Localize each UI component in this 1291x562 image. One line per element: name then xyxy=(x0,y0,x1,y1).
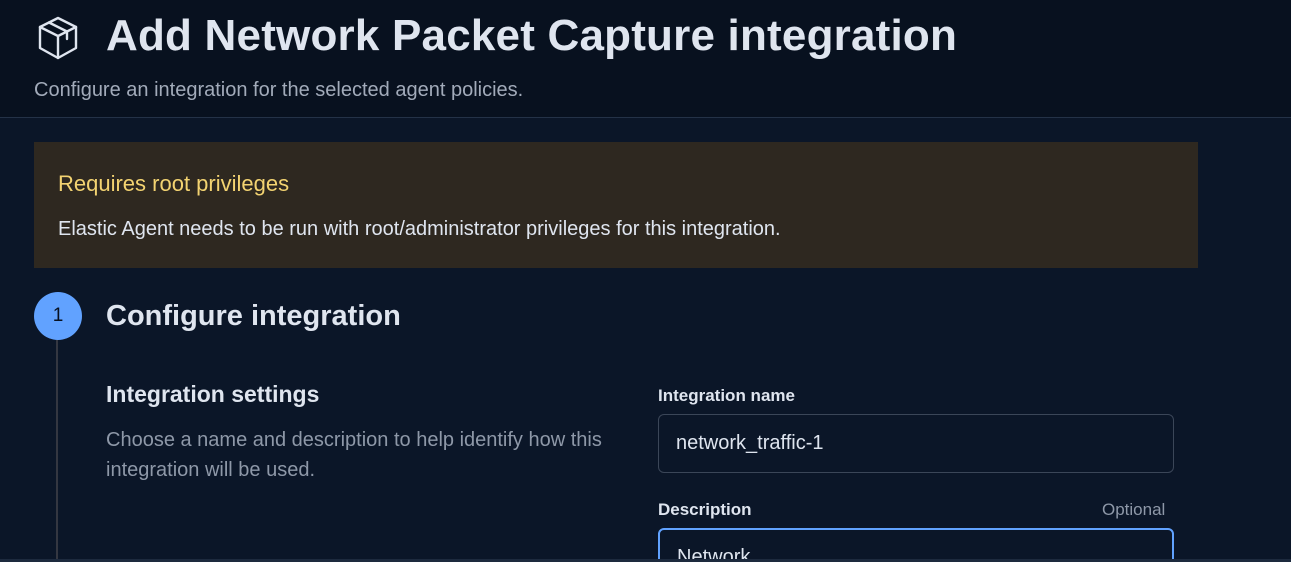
description-input[interactable] xyxy=(658,528,1174,562)
settings-section-description: Choose a name and description to help id… xyxy=(106,429,602,481)
page-header: Add Network Packet Capture integration C… xyxy=(0,0,1291,118)
add-integration-page: Add Network Packet Capture integration C… xyxy=(0,0,1291,562)
description-label: Description xyxy=(658,500,752,519)
step-number-badge: 1 xyxy=(34,292,82,340)
integration-name-input[interactable] xyxy=(658,414,1174,473)
page-title: Add Network Packet Capture integration xyxy=(106,11,958,60)
description-optional-hint: Optional xyxy=(1102,500,1166,519)
settings-section-title: Integration settings xyxy=(106,381,320,407)
root-privileges-callout: Requires root privileges Elastic Agent n… xyxy=(34,142,1198,268)
step-title: Configure integration xyxy=(106,300,401,332)
callout-title: Requires root privileges xyxy=(58,171,290,196)
callout-text: Elastic Agent needs to be run with root/… xyxy=(58,218,781,240)
page-subtitle: Configure an integration for the selecte… xyxy=(34,79,524,101)
integration-name-label: Integration name xyxy=(658,386,795,405)
step-connector-line xyxy=(56,340,58,562)
package-icon xyxy=(34,14,82,62)
